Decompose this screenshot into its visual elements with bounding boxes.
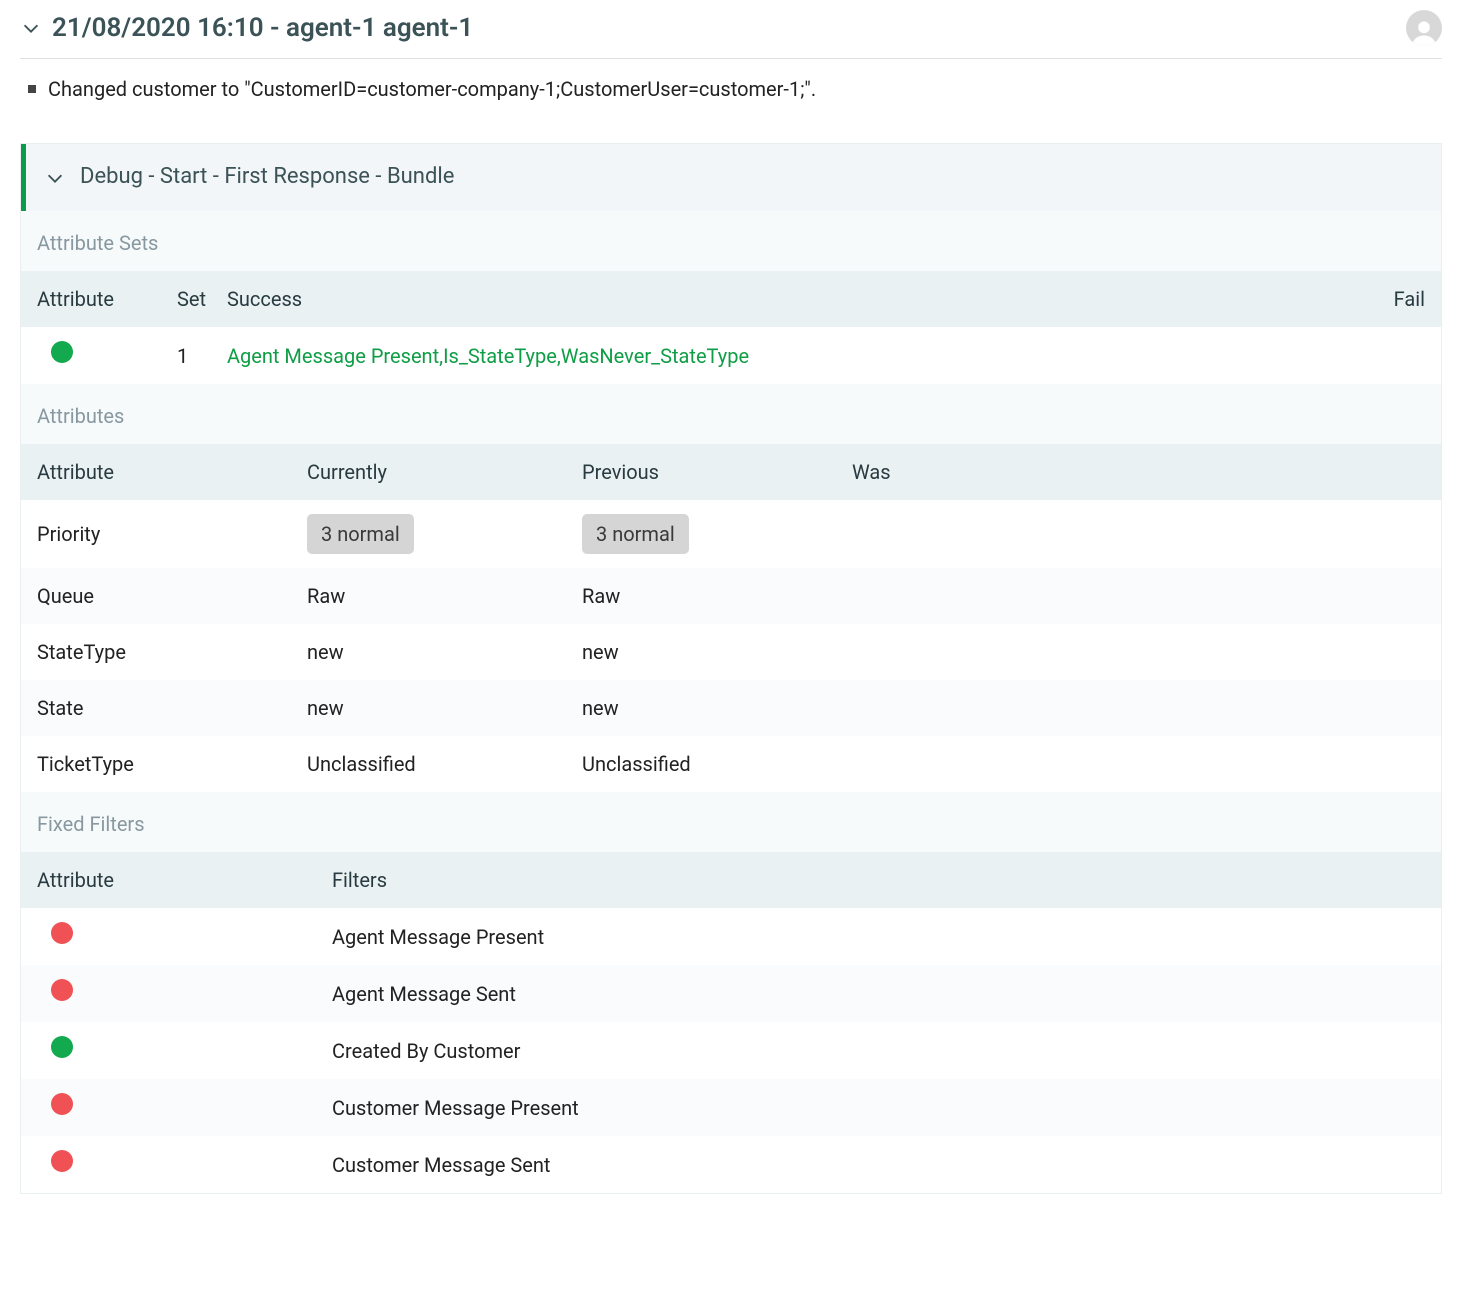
chevron-down-icon[interactable] <box>44 167 66 189</box>
debug-header[interactable]: Debug - Start - First Response - Bundle <box>21 144 1441 211</box>
fixed-filter-row: Customer Message Sent <box>21 1136 1441 1193</box>
change-text: Changed customer to "CustomerID=customer… <box>48 75 816 103</box>
attr-previous-cell: new <box>582 638 852 666</box>
fixed-filters-header: Attribute Filters <box>21 852 1441 908</box>
status-dot-icon <box>51 341 73 363</box>
fixed-filter-row: Agent Message Present <box>21 908 1441 965</box>
fixed-filter-row: Created By Customer <box>21 1022 1441 1079</box>
attr-name-cell: Queue <box>37 582 307 610</box>
attr-currently-cell: Raw <box>307 582 582 610</box>
attr-previous-cell: 3 normal <box>582 514 852 554</box>
attribute-row: Statenewnew <box>21 680 1441 736</box>
col-header-previous: Previous <box>582 458 852 486</box>
filter-status-cell <box>37 1093 332 1122</box>
value-tag: 3 normal <box>582 514 689 554</box>
col-header-attribute: Attribute <box>37 285 177 313</box>
bullet-icon <box>28 85 36 93</box>
status-dot-icon <box>51 1150 73 1172</box>
status-dot-icon <box>51 1036 73 1058</box>
section-label-attributes: Attributes <box>21 384 1441 444</box>
filter-name-cell: Customer Message Present <box>332 1094 1425 1122</box>
col-header-success: Success <box>227 285 1355 313</box>
attr-previous-cell: new <box>582 694 852 722</box>
filter-status-cell <box>37 979 332 1008</box>
filter-status-cell <box>37 1150 332 1179</box>
set-cell: 1 <box>177 342 227 370</box>
fixed-filter-row: Agent Message Sent <box>21 965 1441 1022</box>
attr-previous-cell: Raw <box>582 582 852 610</box>
attribute-set-row: 1Agent Message Present,Is_StateType,WasN… <box>21 327 1441 384</box>
entry-header-left[interactable]: 21/08/2020 16:10 - agent-1 agent-1 <box>20 10 473 46</box>
filter-name-cell: Created By Customer <box>332 1037 1425 1065</box>
attr-name-cell: TicketType <box>37 750 307 778</box>
filter-name-cell: Agent Message Sent <box>332 980 1425 1008</box>
col-header-set: Set <box>177 285 227 313</box>
attribute-sets-header: Attribute Set Success Fail <box>21 271 1441 327</box>
attr-status-cell <box>37 341 177 370</box>
attr-name-cell: Priority <box>37 520 307 548</box>
filter-status-cell <box>37 922 332 951</box>
change-item: Changed customer to "CustomerID=customer… <box>28 75 1442 103</box>
col-header-currently: Currently <box>307 458 582 486</box>
fixed-filter-row: Customer Message Present <box>21 1079 1441 1136</box>
status-dot-icon <box>51 979 73 1001</box>
attr-currently-cell: Unclassified <box>307 750 582 778</box>
chevron-down-icon[interactable] <box>20 17 42 39</box>
success-cell: Agent Message Present,Is_StateType,WasNe… <box>227 342 1355 370</box>
attr-currently-cell: 3 normal <box>307 514 582 554</box>
col-header-fail: Fail <box>1355 285 1425 313</box>
section-label-fixed-filters: Fixed Filters <box>21 792 1441 852</box>
attr-previous-cell: Unclassified <box>582 750 852 778</box>
attribute-row: QueueRawRaw <box>21 568 1441 624</box>
debug-title: Debug - Start - First Response - Bundle <box>80 162 454 193</box>
attr-name-cell: State <box>37 694 307 722</box>
col-header-attribute: Attribute <box>37 458 307 486</box>
col-header-attribute: Attribute <box>37 866 332 894</box>
attr-currently-cell: new <box>307 694 582 722</box>
attribute-row: Priority3 normal3 normal <box>21 500 1441 568</box>
section-label-attribute-sets: Attribute Sets <box>21 211 1441 271</box>
filter-status-cell <box>37 1036 332 1065</box>
attributes-header: Attribute Currently Previous Was <box>21 444 1441 500</box>
attr-currently-cell: new <box>307 638 582 666</box>
entry-title: 21/08/2020 16:10 - agent-1 agent-1 <box>52 10 473 46</box>
entry-header: 21/08/2020 16:10 - agent-1 agent-1 <box>20 0 1442 59</box>
filter-name-cell: Customer Message Sent <box>332 1151 1425 1179</box>
status-dot-icon <box>51 922 73 944</box>
attribute-row: TicketTypeUnclassifiedUnclassified <box>21 736 1441 792</box>
avatar[interactable] <box>1406 10 1442 46</box>
col-header-was: Was <box>852 458 1425 486</box>
col-header-filters: Filters <box>332 866 1425 894</box>
value-tag: 3 normal <box>307 514 414 554</box>
change-list: Changed customer to "CustomerID=customer… <box>20 59 1442 143</box>
attribute-row: StateTypenewnew <box>21 624 1441 680</box>
status-dot-icon <box>51 1093 73 1115</box>
debug-panel: Debug - Start - First Response - Bundle … <box>20 143 1442 1194</box>
filter-name-cell: Agent Message Present <box>332 923 1425 951</box>
attr-name-cell: StateType <box>37 638 307 666</box>
